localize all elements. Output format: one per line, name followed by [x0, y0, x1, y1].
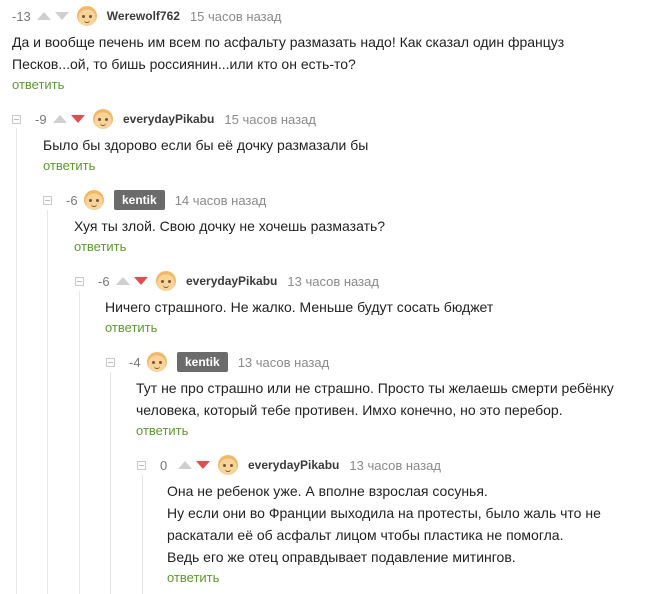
comment-text: Было бы здорово если бы её дочку размаза…	[43, 134, 649, 156]
comment-author[interactable]: kentik	[177, 352, 228, 372]
upvote-icon[interactable]	[116, 277, 130, 285]
upvote-icon[interactable]	[53, 115, 67, 123]
comment: -6 kentik 14 часов назад Хуя ты злой. Св…	[43, 189, 649, 256]
comment-line: Ну если они во Франции выходила на проте…	[167, 505, 601, 521]
branch-line	[16, 128, 17, 594]
comment-author[interactable]: everydayPikabu	[248, 458, 339, 472]
reply-link[interactable]: ответить	[74, 239, 126, 254]
comment-time[interactable]: 14 часов назад	[175, 193, 267, 208]
comment-time[interactable]: 13 часов назад	[238, 355, 330, 370]
comment-author[interactable]: everydayPikabu	[123, 112, 214, 126]
reply-link[interactable]: ответить	[12, 77, 64, 92]
collapse-icon[interactable]	[106, 357, 115, 367]
comment-header: 0 everydayPikabu 13 часов назад	[137, 454, 649, 476]
downvote-icon[interactable]	[134, 277, 148, 285]
avatar[interactable]	[93, 109, 113, 129]
comment: -6 everydayPikabu 13 часов назад Ничего …	[75, 270, 649, 337]
reply-link[interactable]: ответить	[167, 570, 219, 585]
collapse-icon[interactable]	[12, 114, 21, 124]
upvote-icon[interactable]	[36, 12, 51, 20]
comment-line: раскатали её об асфальт лицом чтобы плас…	[167, 527, 564, 543]
comment-thread: -13 Werewolf762 15 часов назад Да и вооб…	[0, 0, 649, 594]
comment-header: -13 Werewolf762 15 часов назад	[12, 5, 649, 27]
comment-line: Да и вообще печень им всем по асфальту р…	[12, 34, 565, 50]
comment-time[interactable]: 13 часов назад	[349, 458, 441, 473]
comment-rating: -6	[66, 192, 78, 208]
comment-line: Ведь его же отец оправдывает подавление …	[167, 549, 516, 565]
comment-line: Песков...ой, то бишь россиянин...или кто…	[12, 56, 356, 72]
comment-line: Хуя ты злой. Свою дочку не хочешь размаз…	[74, 218, 386, 234]
comment: -9 everydayPikabu 15 часов назад Было бы…	[12, 108, 649, 175]
avatar[interactable]	[84, 190, 104, 210]
reply-link[interactable]: ответить	[43, 158, 95, 173]
reply-link[interactable]: ответить	[105, 320, 157, 335]
comment-time[interactable]: 13 часов назад	[287, 274, 379, 289]
comment-header: -6 kentik 14 часов назад	[43, 189, 649, 211]
comment-line: Она не ребенок уже. А вполне взрослая со…	[167, 483, 488, 499]
comment-rating: -6	[98, 273, 110, 289]
comment-text: Хуя ты злой. Свою дочку не хочешь размаз…	[74, 215, 649, 237]
comment-author[interactable]: kentik	[114, 190, 165, 210]
avatar[interactable]	[156, 271, 176, 291]
comment: 0 everydayPikabu 13 часов назад Она не р…	[137, 454, 649, 587]
comment-line: Ничего страшного. Не жалко. Меньше будут…	[105, 299, 494, 315]
comment-line: человека, который тебе противен. Имхо ко…	[136, 402, 563, 418]
comment-text: Она не ребенок уже. А вполне взрослая со…	[167, 480, 649, 568]
comment-text: Ничего страшного. Не жалко. Меньше будут…	[105, 296, 649, 318]
comment-author[interactable]: Werewolf762	[107, 9, 180, 23]
avatar[interactable]	[147, 352, 167, 372]
downvote-icon[interactable]	[196, 461, 210, 469]
comment-line: Было бы здорово если бы её дочку размаза…	[43, 137, 369, 153]
comment: -4 kentik 13 часов назад Тут не про стра…	[106, 351, 649, 440]
avatar[interactable]	[76, 6, 97, 26]
comment: -13 Werewolf762 15 часов назад Да и вооб…	[12, 5, 649, 94]
comment-rating: -13	[12, 8, 31, 24]
comment-rating: 0	[160, 457, 168, 473]
collapse-icon[interactable]	[43, 195, 52, 205]
avatar[interactable]	[218, 455, 238, 475]
downvote-icon[interactable]	[71, 115, 85, 123]
branch-line	[47, 210, 48, 594]
comment-time[interactable]: 15 часов назад	[224, 112, 316, 127]
downvote-icon[interactable]	[54, 12, 69, 20]
comment-rating: -9	[35, 111, 47, 127]
upvote-icon[interactable]	[178, 461, 192, 469]
comment-author[interactable]: everydayPikabu	[186, 274, 277, 288]
collapse-icon[interactable]	[75, 276, 84, 286]
comment-time[interactable]: 15 часов назад	[190, 9, 282, 24]
comment-header: -4 kentik 13 часов назад	[106, 351, 649, 373]
comment-header: -9 everydayPikabu 15 часов назад	[12, 108, 649, 130]
comment-line: Тут не про страшно или не страшно. Прост…	[136, 380, 614, 396]
collapse-icon[interactable]	[137, 460, 146, 470]
comment-text: Тут не про страшно или не страшно. Прост…	[136, 377, 649, 421]
comment-text: Да и вообще печень им всем по асфальту р…	[12, 31, 649, 75]
comment-header: -6 everydayPikabu 13 часов назад	[75, 270, 649, 292]
reply-link[interactable]: ответить	[136, 423, 188, 438]
comment-rating: -4	[129, 354, 141, 370]
